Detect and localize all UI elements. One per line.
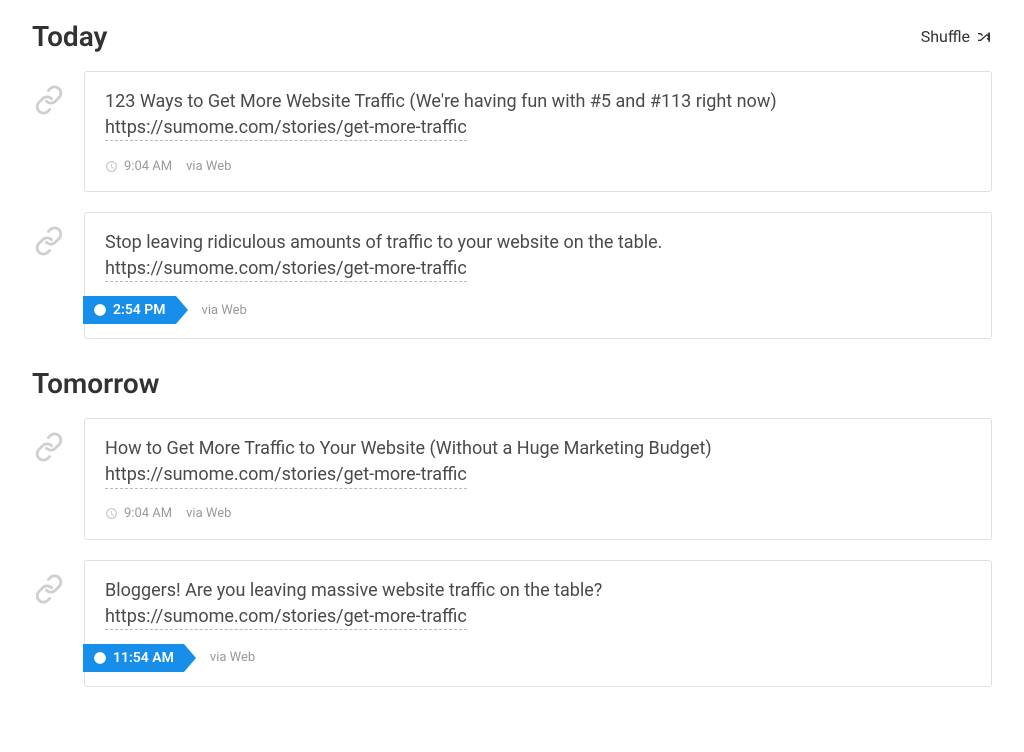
post-card[interactable]: Bloggers! Are you leaving massive websit…: [84, 560, 992, 687]
post-time: 11:54 AM: [113, 650, 174, 666]
post-row: Bloggers! Are you leaving massive websit…: [32, 560, 992, 687]
post-via: via Web: [210, 650, 255, 665]
clock-icon: [105, 160, 118, 173]
link-icon-column: [32, 560, 66, 604]
post-footer: 9:04 AM via Web: [85, 503, 991, 539]
post-url[interactable]: https://sumome.com/stories/get-more-traf…: [105, 604, 467, 630]
post-time: 9:04 AM: [124, 159, 172, 174]
post-footer: 11:54 AM via Web: [85, 644, 991, 686]
clock-icon: [93, 303, 107, 317]
shuffle-button[interactable]: Shuffle: [921, 27, 992, 46]
post-body: 123 Ways to Get More Website Traffic (We…: [85, 72, 991, 155]
post-time: 2:54 PM: [113, 302, 166, 318]
shuffle-label: Shuffle: [921, 27, 970, 46]
time-tag[interactable]: 2:54 PM: [83, 296, 176, 324]
post-url[interactable]: https://sumome.com/stories/get-more-traf…: [105, 462, 467, 488]
time-tag[interactable]: 11:54 AM: [83, 644, 184, 672]
post-body: Stop leaving ridiculous amounts of traff…: [85, 213, 991, 296]
link-icon: [34, 432, 64, 462]
link-icon: [34, 226, 64, 256]
post-body: Bloggers! Are you leaving massive websit…: [85, 561, 991, 644]
link-icon: [34, 574, 64, 604]
link-icon: [34, 85, 64, 115]
post-footer: 9:04 AM via Web: [85, 155, 991, 191]
post-via: via Web: [186, 159, 231, 174]
section-title: Tomorrow: [32, 367, 159, 400]
post-card[interactable]: Stop leaving ridiculous amounts of traff…: [84, 212, 992, 339]
link-icon-column: [32, 212, 66, 256]
post-url[interactable]: https://sumome.com/stories/get-more-traf…: [105, 115, 467, 141]
link-icon-column: [32, 71, 66, 115]
post-row: 123 Ways to Get More Website Traffic (We…: [32, 71, 992, 192]
shuffle-icon: [976, 29, 992, 45]
post-text: Bloggers! Are you leaving massive websit…: [105, 577, 971, 604]
clock-icon: [93, 651, 107, 665]
post-via: via Web: [202, 303, 247, 318]
post-time: 9:04 AM: [124, 506, 172, 521]
post-text: Stop leaving ridiculous amounts of traff…: [105, 229, 971, 256]
section-header-tomorrow: Tomorrow: [32, 367, 992, 400]
clock-icon: [105, 507, 118, 520]
post-row: Stop leaving ridiculous amounts of traff…: [32, 212, 992, 339]
post-card[interactable]: 123 Ways to Get More Website Traffic (We…: [84, 71, 992, 192]
post-body: How to Get More Traffic to Your Website …: [85, 419, 991, 502]
post-text: How to Get More Traffic to Your Website …: [105, 435, 971, 462]
post-url[interactable]: https://sumome.com/stories/get-more-traf…: [105, 256, 467, 282]
link-icon-column: [32, 418, 66, 462]
post-via: via Web: [186, 506, 231, 521]
post-row: How to Get More Traffic to Your Website …: [32, 418, 992, 539]
section-header-today: Today Shuffle: [32, 20, 992, 53]
post-text: 123 Ways to Get More Website Traffic (We…: [105, 88, 971, 115]
post-footer: 2:54 PM via Web: [85, 296, 991, 338]
section-title: Today: [32, 20, 107, 53]
post-card[interactable]: How to Get More Traffic to Your Website …: [84, 418, 992, 539]
